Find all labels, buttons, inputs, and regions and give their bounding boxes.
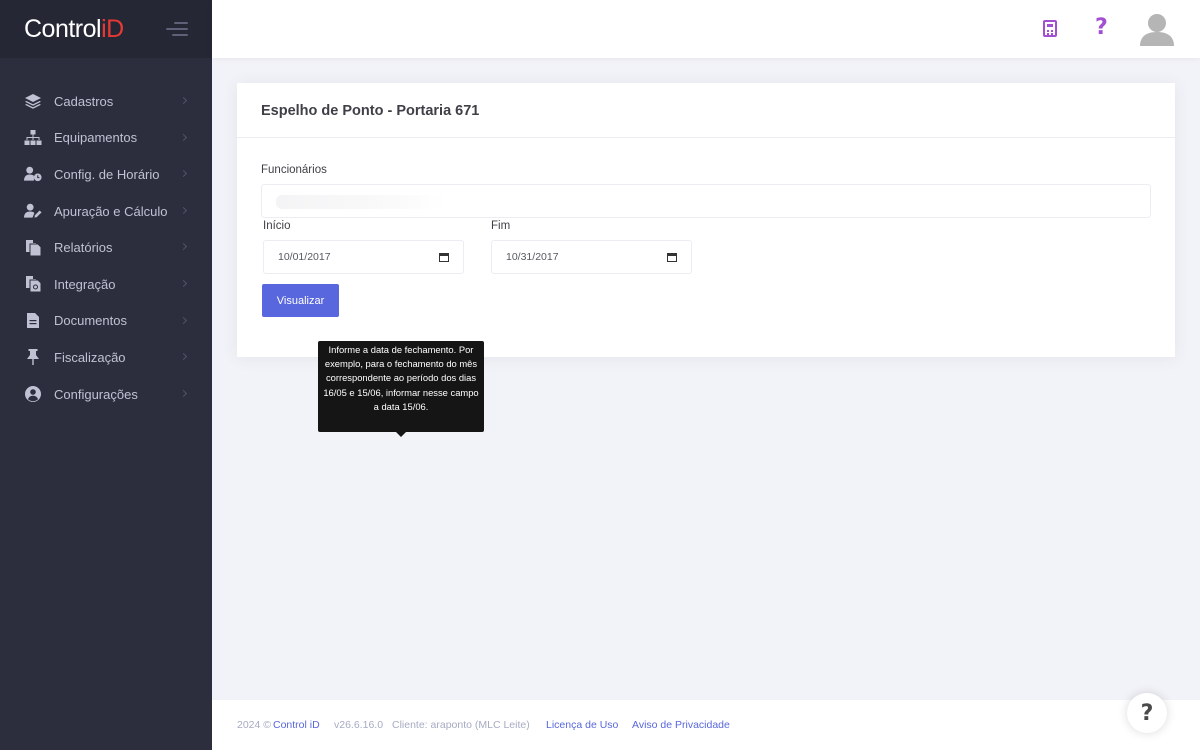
- sidebar-item-label: Configurações: [54, 386, 138, 402]
- brand-logo[interactable]: ControliD: [24, 15, 124, 44]
- chevron-right-icon: [179, 389, 188, 397]
- date-help-tooltip: Informe a data de fechamento. Por exempl…: [318, 341, 484, 437]
- footer-client: Cliente: araponto (MLC Leite): [392, 719, 530, 731]
- sidebar-item-equipamentos[interactable]: Equipamentos: [0, 120, 212, 157]
- sidebar-item-label: Config. de Horário: [54, 166, 160, 182]
- employees-label: Funcionários: [261, 164, 327, 176]
- file-icon: [24, 312, 42, 330]
- topbar: ?: [212, 0, 1200, 58]
- sidebar-item-cadastros[interactable]: Cadastros: [0, 83, 212, 120]
- card-header: Espelho de Ponto - Portaria 671: [237, 83, 1175, 138]
- question-icon[interactable]: ?: [1095, 15, 1108, 40]
- page-title: Espelho de Ponto - Portaria 671: [261, 103, 480, 119]
- user-circle-icon: [24, 385, 42, 403]
- footer-brand-link[interactable]: Control iD: [273, 719, 320, 731]
- sidebar-item-apuracao-calculo[interactable]: Apuração e Cálculo: [0, 193, 212, 230]
- sidebar-item-documentos[interactable]: Documentos: [0, 303, 212, 340]
- layers-icon: [24, 92, 42, 110]
- documents-sync-icon: [24, 275, 42, 293]
- user-edit-icon: [24, 202, 42, 220]
- thumbtack-icon: [24, 348, 42, 366]
- start-date-value: 10/01/2017: [278, 251, 331, 263]
- user-avatar-icon[interactable]: [1140, 12, 1174, 46]
- sidebar-item-integracao[interactable]: Integração: [0, 266, 212, 303]
- privacy-link[interactable]: Aviso de Privacidade: [632, 719, 730, 731]
- sidebar-item-label: Apuração e Cálculo: [54, 203, 168, 219]
- sidebar-item-label: Documentos: [54, 313, 127, 329]
- calculator-icon[interactable]: [1043, 20, 1057, 37]
- end-date-value: 10/31/2017: [506, 251, 559, 263]
- sidebar-menu: Cadastros Equipamentos Config. de Horári…: [0, 83, 212, 412]
- start-date-label: Início: [263, 220, 291, 232]
- documents-icon: [24, 239, 42, 257]
- sidebar-item-label: Cadastros: [54, 93, 114, 109]
- end-date-label: Fim: [491, 220, 511, 232]
- calendar-icon[interactable]: [439, 253, 449, 262]
- sidebar-item-label: Fiscalização: [54, 349, 126, 365]
- footer-version: v26.6.16.0: [334, 719, 384, 731]
- chevron-right-icon: [179, 353, 188, 361]
- chevron-right-icon: [179, 170, 188, 178]
- chevron-right-icon: [179, 243, 188, 251]
- chevron-right-icon: [179, 133, 188, 141]
- footer: 2024 © Control iD v26.6.16.0 Cliente: ar…: [212, 700, 1200, 750]
- sidebar-item-configuracoes[interactable]: Configurações: [0, 376, 212, 413]
- footer-copyright: 2024 ©: [237, 719, 272, 731]
- sidebar-item-fiscalizacao[interactable]: Fiscalização: [0, 339, 212, 376]
- chevron-right-icon: [179, 316, 188, 324]
- employees-select[interactable]: [261, 184, 1151, 218]
- sitemap-icon: [24, 129, 42, 147]
- end-date-input[interactable]: 10/31/2017: [491, 240, 692, 274]
- brand-name: Control: [24, 14, 102, 43]
- calendar-icon[interactable]: [667, 253, 677, 262]
- sidebar-item-config-horario[interactable]: Config. de Horário: [0, 156, 212, 193]
- report-card: Espelho de Ponto - Portaria 671 Funcioná…: [237, 83, 1175, 357]
- sidebar-header: ControliD: [0, 0, 212, 58]
- brand-suffix: iD: [101, 14, 124, 43]
- chevron-right-icon: [179, 206, 188, 214]
- user-clock-icon: [24, 165, 42, 183]
- help-floating-button[interactable]: ?: [1127, 693, 1167, 733]
- sidebar: ControliD Cadastros Equipamentos Config.…: [0, 0, 212, 750]
- chevron-right-icon: [179, 96, 188, 105]
- sidebar-item-label: Equipamentos: [54, 130, 138, 146]
- sidebar-item-label: Integração: [54, 276, 116, 292]
- sidebar-item-relatorios[interactable]: Relatórios: [0, 229, 212, 266]
- employees-select-value: [276, 195, 446, 209]
- license-link[interactable]: Licença de Uso: [546, 719, 618, 731]
- sidebar-item-label: Relatórios: [54, 240, 113, 256]
- start-date-input[interactable]: 10/01/2017: [263, 240, 464, 274]
- chevron-right-icon: [179, 279, 188, 288]
- visualizar-button[interactable]: Visualizar: [262, 284, 339, 317]
- sidebar-toggle-icon[interactable]: [166, 21, 188, 37]
